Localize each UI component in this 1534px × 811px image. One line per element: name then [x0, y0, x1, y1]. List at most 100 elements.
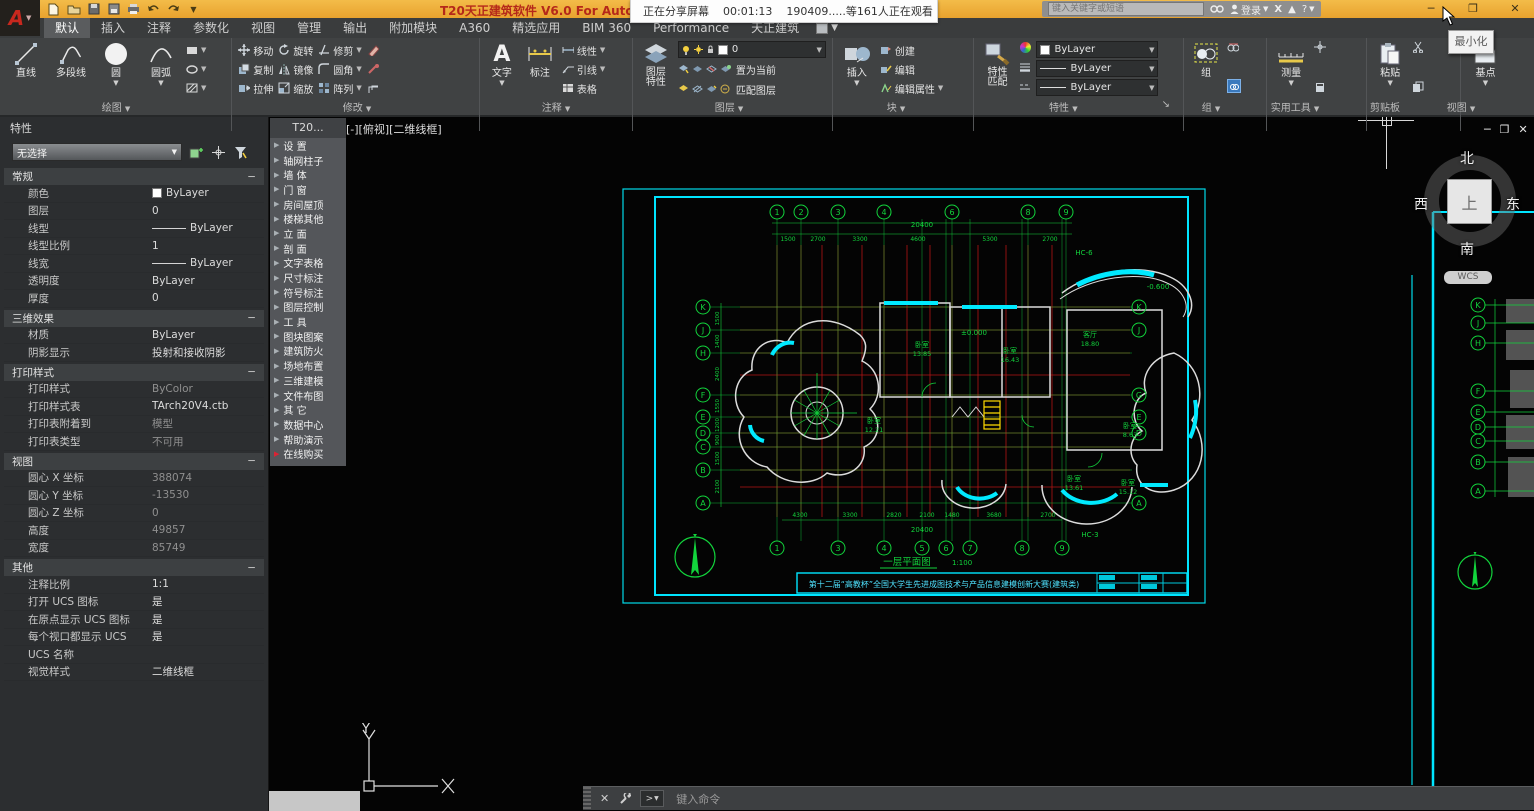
property-row[interactable]: 厚度0 [4, 290, 264, 308]
trim-button[interactable]: 修剪▼ [318, 41, 361, 59]
app-menu-button[interactable]: A ▼ [0, 0, 40, 36]
t20-item[interactable]: ▶尺寸标注 [270, 270, 346, 285]
property-row[interactable]: 材质ByLayer [4, 327, 264, 345]
t20-item[interactable]: ▶场地布置 [270, 358, 346, 373]
lineweight-dropdown[interactable]: ByLayer▼ [1036, 60, 1158, 77]
expand-arrow-icon[interactable]: ▶ [274, 156, 279, 164]
t20-item[interactable]: ▶设 置 [270, 138, 346, 153]
command-line-bar[interactable]: ✕ >▼ 键入命令 [583, 786, 1534, 810]
command-close-icon[interactable]: ✕ [600, 792, 609, 805]
tab-addins[interactable]: 附加模块 [378, 18, 448, 38]
property-row[interactable]: 颜色ByLayer [4, 185, 264, 203]
offset-button[interactable] [367, 79, 379, 97]
select-objects-icon[interactable] [210, 145, 226, 160]
tab-a360[interactable]: A360 [448, 18, 501, 38]
section-header[interactable]: 视图− [4, 453, 264, 470]
save-as-button[interactable] [106, 2, 121, 16]
lineweight-icon[interactable] [1019, 61, 1031, 73]
match-layer-button[interactable]: 匹配图层 [678, 80, 826, 98]
rotate-button[interactable]: 旋转 [278, 41, 313, 59]
open-file-button[interactable] [66, 2, 81, 16]
color-dropdown[interactable]: ByLayer▼ [1036, 41, 1158, 58]
t20-item[interactable]: ▶其 它 [270, 402, 346, 417]
insert-block-button[interactable]: 插入▼ [839, 41, 875, 86]
panel-label-layers[interactable]: 图层 ▼ [631, 99, 827, 114]
search-input[interactable] [1048, 2, 1204, 16]
property-row[interactable]: 打印样式ByColor [4, 381, 264, 399]
expand-arrow-icon[interactable]: ▶ [274, 259, 279, 267]
color-wheel-icon[interactable] [1019, 41, 1031, 53]
set-current-layer-button[interactable]: 置为当前 [678, 60, 826, 78]
property-row[interactable]: 阴影显示投射和接收阴影 [4, 344, 264, 362]
expand-arrow-icon[interactable]: ▶ [274, 200, 279, 208]
rectangle-tool[interactable]: ▼ [186, 41, 206, 59]
t20-item[interactable]: ▶文字表格 [270, 256, 346, 271]
fillet-button[interactable]: 圆角▼ [318, 60, 361, 78]
t20-item[interactable]: ▶帮助演示 [270, 432, 346, 447]
t20-item[interactable]: ▶数据中心 [270, 417, 346, 432]
autodesk-360-icon[interactable]: ▲ [1288, 4, 1296, 15]
quick-calc-icon[interactable] [1314, 81, 1326, 93]
section-header[interactable]: 打印样式− [4, 364, 264, 381]
t20-item[interactable]: ▶图层控制 [270, 300, 346, 315]
property-row[interactable]: 透明度ByLayer [4, 273, 264, 291]
expand-arrow-icon[interactable]: ▶ [274, 332, 279, 340]
collapse-icon[interactable]: − [247, 455, 256, 467]
minimize-button[interactable]: ─ [1418, 1, 1444, 16]
command-customize-icon[interactable] [619, 793, 631, 805]
tab-output[interactable]: 输出 [332, 18, 378, 38]
tab-annotate[interactable]: 注释 [136, 18, 182, 38]
layer-dropdown[interactable]: 0▼ [678, 41, 826, 58]
toggle-pickadd-icon[interactable] [188, 145, 204, 160]
collapse-icon[interactable]: − [247, 562, 256, 574]
explode-button[interactable] [367, 60, 379, 78]
polyline-button[interactable]: 多段线 [51, 41, 91, 79]
panel-label-properties[interactable]: 特性 ▼ ↘ [965, 99, 1173, 114]
qat-customize-button[interactable]: ▼ [186, 2, 201, 16]
panel-label-groups[interactable]: 组 ▼ [1174, 99, 1248, 114]
mirror-button[interactable]: 镜像 [278, 60, 313, 78]
drawing-canvas[interactable]: [-][俯视][二维线框] ─ ❐ ✕ 上 北 南 西 东 WCS [268, 115, 1534, 811]
t20-item[interactable]: ▶房间屋顶 [270, 197, 346, 212]
panel-label-draw[interactable]: 绘图 ▼ [0, 99, 232, 114]
redo-button[interactable] [166, 2, 181, 16]
array-button[interactable]: 阵列▼ [318, 79, 361, 97]
t20-item[interactable]: ▶符号标注 [270, 285, 346, 300]
panel-label-view[interactable]: 视图 ▼ [1429, 99, 1493, 114]
expand-arrow-icon[interactable]: ▶ [274, 318, 279, 326]
property-row[interactable]: 圆心 X 坐标388074 [4, 470, 264, 488]
floor-plan-drawing[interactable]: 123468913456789KJHFEDCBAKJGEDA2040020400… [622, 185, 1207, 607]
stretch-button[interactable]: 拉伸 [238, 79, 273, 97]
section-header[interactable]: 三维效果− [4, 310, 264, 327]
scale-button[interactable]: 缩放 [278, 79, 313, 97]
copy-button[interactable]: 复制 [238, 60, 273, 78]
tab-parametric[interactable]: 参数化 [182, 18, 240, 38]
command-input[interactable]: 键入命令 [676, 791, 720, 807]
property-row[interactable]: 图层0 [4, 203, 264, 221]
copy-clip-icon[interactable] [1412, 81, 1424, 93]
expand-arrow-icon[interactable]: ▶ [274, 435, 279, 443]
viewcube-west-label[interactable]: 西 [1414, 194, 1428, 214]
table-button[interactable]: 表格 [562, 79, 605, 97]
linetype-dropdown[interactable]: ByLayer▼ [1036, 79, 1158, 96]
group-button[interactable]: 组 [1190, 41, 1222, 79]
panel-label-modify[interactable]: 修改 ▼ [233, 99, 481, 114]
panel-label-utilities[interactable]: 实用工具 ▼ [1249, 99, 1341, 114]
cart-icon[interactable]: ▶ [274, 450, 279, 458]
quick-select-icon[interactable] [232, 145, 248, 160]
expand-arrow-icon[interactable]: ▶ [274, 406, 279, 414]
t20-item[interactable]: ▶文件布图 [270, 388, 346, 403]
t20-item[interactable]: ▶墙 体 [270, 167, 346, 182]
t20-item[interactable]: ▶楼梯其他 [270, 211, 346, 226]
expand-arrow-icon[interactable]: ▶ [274, 303, 279, 311]
property-row[interactable]: 在原点显示 UCS 图标是 [4, 611, 264, 629]
expand-arrow-icon[interactable]: ▶ [274, 391, 279, 399]
t20-item[interactable]: ▶门 窗 [270, 182, 346, 197]
property-row[interactable]: 打开 UCS 图标是 [4, 594, 264, 612]
property-row[interactable]: 打印表类型不可用 [4, 433, 264, 451]
expand-arrow-icon[interactable]: ▶ [274, 376, 279, 384]
dimension-button[interactable]: 标注 [523, 41, 557, 79]
tab-insert[interactable]: 插入 [90, 18, 136, 38]
t20-item[interactable]: ▶三维建模 [270, 373, 346, 388]
save-button[interactable] [86, 2, 101, 16]
